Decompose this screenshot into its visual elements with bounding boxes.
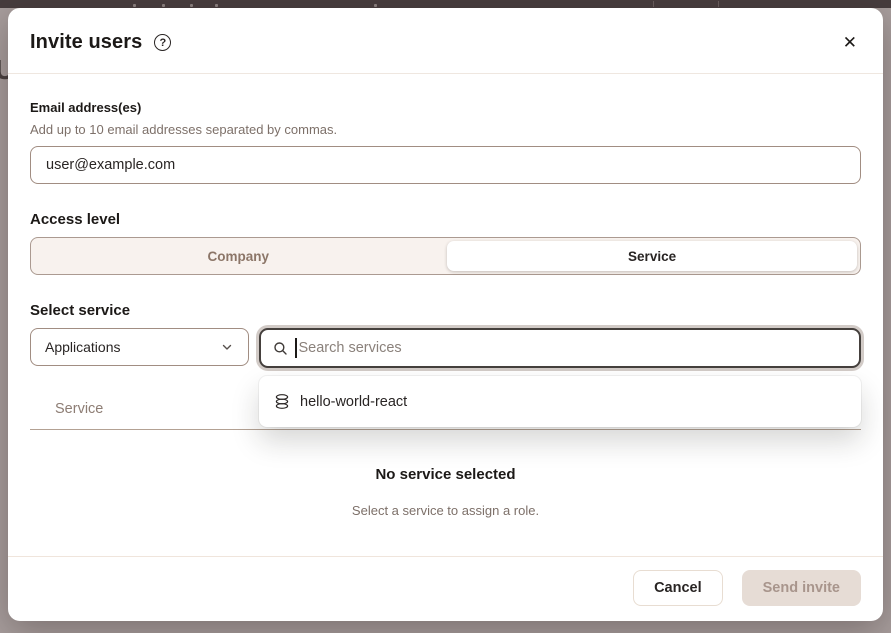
search-placeholder: Search services <box>299 340 402 356</box>
segment-company[interactable]: Company <box>31 238 446 274</box>
search-input[interactable]: Search services <box>259 328 861 368</box>
search-icon <box>273 341 288 356</box>
close-icon[interactable]: ✕ <box>839 30 861 55</box>
topbar-text-fragment <box>374 4 377 7</box>
topbar-separator <box>653 1 654 7</box>
search-results-dropdown: hello-world-react <box>259 376 861 427</box>
select-service-row: Applications Search serv <box>30 328 861 368</box>
invite-users-modal: Invite users ? ✕ Email address(es) Add u… <box>8 8 883 621</box>
segment-service[interactable]: Service <box>447 241 857 271</box>
help-icon[interactable]: ? <box>154 34 171 51</box>
email-input[interactable] <box>30 146 861 184</box>
background-page-header <box>0 0 891 8</box>
email-helper-text: Add up to 10 email addresses separated b… <box>30 122 861 137</box>
segment-company-label: Company <box>207 249 269 264</box>
empty-state: No service selected Select a service to … <box>30 466 861 518</box>
empty-state-subtitle: Select a service to assign a role. <box>30 503 861 518</box>
service-type-select-value: Applications <box>45 339 121 355</box>
topbar-text-fragment <box>215 4 218 7</box>
topbar-separator <box>718 1 719 7</box>
select-service-label: Select service <box>30 302 861 319</box>
stack-icon <box>274 393 290 410</box>
topbar-text-fragment <box>162 4 165 7</box>
topbar-text-fragment <box>190 4 193 7</box>
search-result-label: hello-world-react <box>300 394 407 410</box>
chevron-down-icon <box>220 340 234 354</box>
access-level-segmented-control: Company Service <box>30 237 861 275</box>
service-search-wrap: Search services hello-world-react <box>259 328 861 368</box>
service-type-select[interactable]: Applications <box>30 328 249 366</box>
email-label: Email address(es) <box>30 100 861 115</box>
text-caret <box>295 338 297 358</box>
cancel-button[interactable]: Cancel <box>633 570 723 606</box>
segment-service-label: Service <box>628 249 676 264</box>
modal-footer: Cancel Send invite <box>8 556 883 621</box>
modal-body: Email address(es) Add up to 10 email add… <box>8 74 883 556</box>
modal-title: Invite users <box>30 31 142 54</box>
access-level-label: Access level <box>30 211 861 228</box>
send-invite-button[interactable]: Send invite <box>742 570 861 606</box>
search-result-item[interactable]: hello-world-react <box>259 376 861 427</box>
modal-header: Invite users ? ✕ <box>8 8 883 74</box>
topbar-text-fragment <box>133 4 136 7</box>
empty-state-title: No service selected <box>30 466 861 483</box>
